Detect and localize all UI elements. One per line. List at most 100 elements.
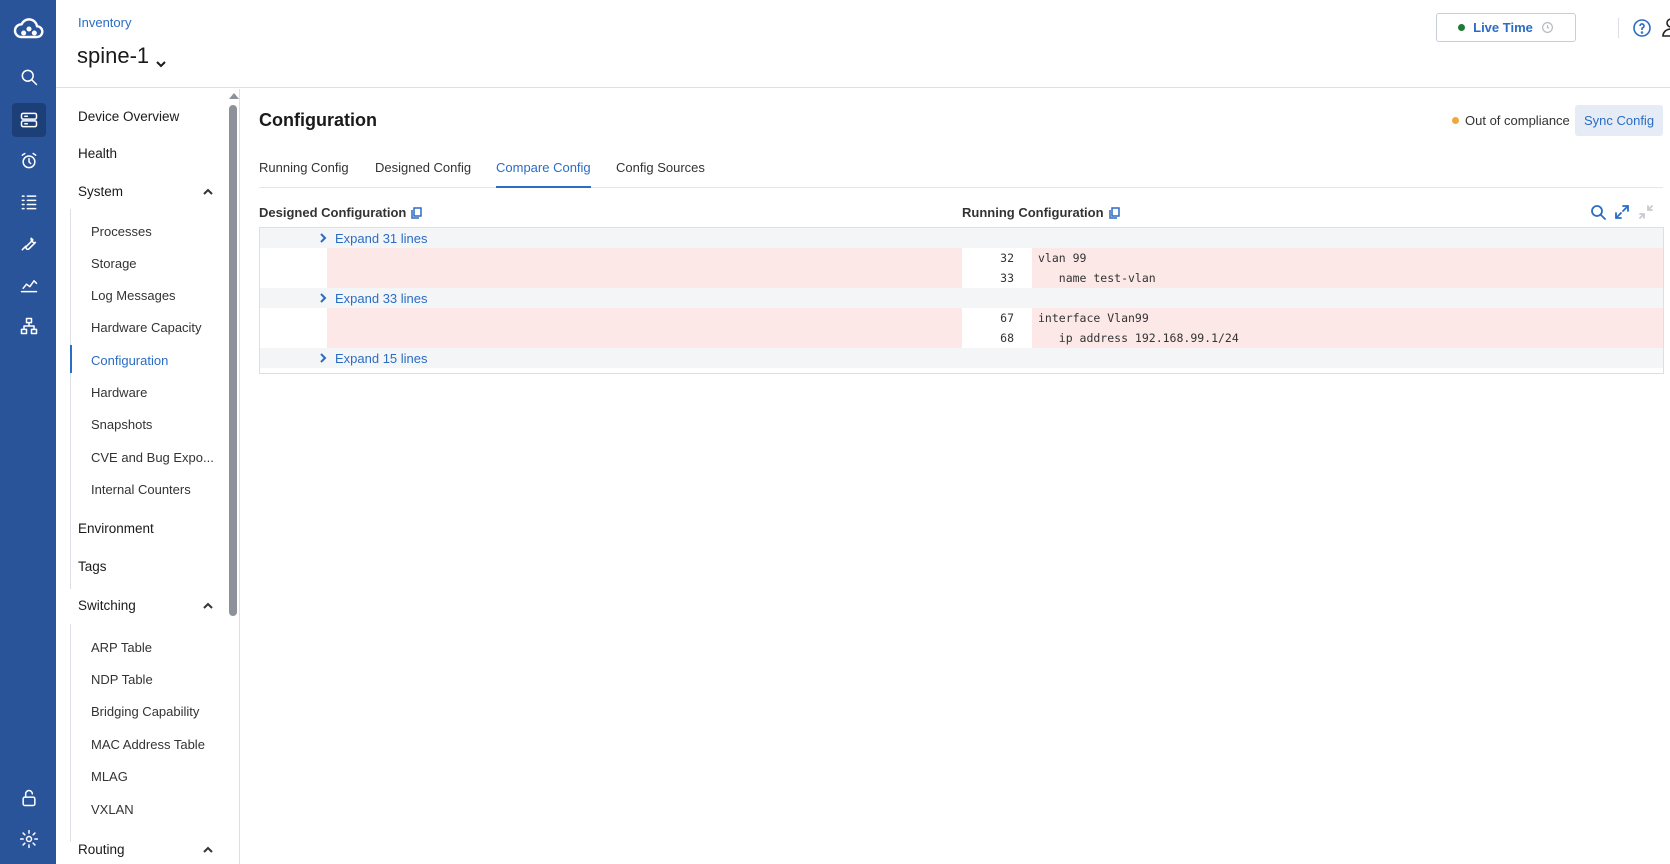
device-subnav: Device Overview Health System Processes … <box>56 89 240 864</box>
diff-toolbar <box>1590 204 1654 223</box>
nav-health[interactable]: Health <box>78 146 213 161</box>
tab-config-sources[interactable]: Config Sources <box>616 160 705 188</box>
expand-label: Expand 31 lines <box>335 230 428 246</box>
compliance-dot <box>1452 117 1459 124</box>
nav-arp-table[interactable]: ARP Table <box>91 640 152 655</box>
tab-compare-config[interactable]: Compare Config <box>496 160 591 188</box>
code-line: ip address 192.168.99.1/24 <box>1030 328 1663 348</box>
nav-internal-counters[interactable]: Internal Counters <box>91 482 191 497</box>
settings-icon[interactable] <box>12 822 46 856</box>
chevron-right-icon <box>320 293 327 303</box>
unlock-icon[interactable] <box>12 781 46 815</box>
nav-log-messages[interactable]: Log Messages <box>91 288 176 303</box>
diff-line: 33 name test-vlan <box>260 268 1663 288</box>
nav-active-marker <box>70 345 72 373</box>
wrench-icon[interactable] <box>12 226 46 260</box>
nav-mac-address-table[interactable]: MAC Address Table <box>91 737 205 752</box>
cloud-logo-icon[interactable] <box>12 12 46 46</box>
page-title: Configuration <box>259 110 377 130</box>
expand-link[interactable]: Expand 33 lines <box>318 291 428 306</box>
diff-left-empty <box>327 248 962 268</box>
chevron-up-icon <box>203 846 213 853</box>
copy-icon[interactable] <box>1108 206 1120 219</box>
nav-configuration[interactable]: Configuration <box>91 353 168 368</box>
nav-label: Switching <box>78 598 136 613</box>
nav-hardware-capacity[interactable]: Hardware Capacity <box>91 320 202 335</box>
tab-designed-config[interactable]: Designed Config <box>375 160 471 188</box>
compliance-label: Out of compliance <box>1465 113 1570 128</box>
nav-group-rule <box>70 624 71 842</box>
nav-label: Routing <box>78 842 125 857</box>
expand-all-icon[interactable] <box>1614 204 1630 223</box>
nav-routing[interactable]: Routing <box>78 842 213 857</box>
expand-row[interactable]: Expand 31 lines <box>260 228 1663 248</box>
chevron-up-icon <box>203 188 213 195</box>
collapse-all-icon[interactable] <box>1638 204 1654 223</box>
sync-config-button[interactable]: Sync Config <box>1575 105 1663 136</box>
help-icon[interactable] <box>1632 18 1652 38</box>
config-tabs: Running Config Designed Config Compare C… <box>259 150 1663 188</box>
code-line: name test-vlan <box>1030 268 1663 288</box>
tab-running-config[interactable]: Running Config <box>259 160 349 188</box>
analytics-icon[interactable] <box>12 268 46 302</box>
tasks-icon[interactable] <box>12 185 46 219</box>
device-name: spine-1 <box>77 43 150 68</box>
nav-mlag[interactable]: MLAG <box>91 769 128 784</box>
diff-left-empty <box>327 328 962 348</box>
line-number: 32 <box>962 248 1030 268</box>
device-selector[interactable]: spine-1 <box>77 43 167 69</box>
search-icon[interactable] <box>1590 204 1606 223</box>
diff-line: 32 vlan 99 <box>260 248 1663 268</box>
live-status-dot <box>1458 24 1466 31</box>
expand-row[interactable]: Expand 15 lines <box>260 348 1663 368</box>
code-line: vlan 99 <box>1030 248 1663 268</box>
page-header: Inventory spine-1 Live Time arista <box>56 0 1670 88</box>
nav-cve[interactable]: CVE and Bug Expo... <box>91 450 214 465</box>
line-number: 67 <box>962 308 1030 328</box>
nav-ndp-table[interactable]: NDP Table <box>91 672 153 687</box>
devices-icon[interactable] <box>12 103 46 137</box>
nav-label: System <box>78 184 124 199</box>
nav-vxlan[interactable]: VXLAN <box>91 802 134 817</box>
diff-line: 68 ip address 192.168.99.1/24 <box>260 328 1663 348</box>
search-icon[interactable] <box>12 60 46 94</box>
chevron-right-icon <box>320 233 327 243</box>
expand-link[interactable]: Expand 15 lines <box>318 351 428 366</box>
expand-link[interactable]: Expand 31 lines <box>318 231 428 246</box>
chevron-up-icon <box>203 602 213 609</box>
nav-label: Health <box>78 146 118 161</box>
copy-icon[interactable] <box>410 206 423 219</box>
user-menu[interactable]: arista <box>1661 17 1670 37</box>
compliance-status: Out of compliance <box>1452 113 1570 128</box>
nav-device-overview[interactable]: Device Overview <box>78 109 213 124</box>
nav-storage[interactable]: Storage <box>91 256 137 271</box>
nav-environment[interactable]: Environment <box>78 521 213 536</box>
expand-row[interactable]: Expand 33 lines <box>260 288 1663 308</box>
expand-label: Expand 33 lines <box>335 290 428 306</box>
nav-system[interactable]: System <box>78 184 213 199</box>
live-time-button[interactable]: Live Time <box>1436 13 1576 42</box>
running-config-header: Running Configuration <box>962 205 1120 220</box>
nav-group-rule <box>70 209 71 589</box>
config-diff-view: Expand 31 lines 32 vlan 99 33 name test-… <box>259 227 1664 374</box>
breadcrumb-inventory[interactable]: Inventory <box>78 15 131 30</box>
expand-label: Expand 15 lines <box>335 350 428 366</box>
nav-processes[interactable]: Processes <box>91 224 152 239</box>
nav-snapshots[interactable]: Snapshots <box>91 417 152 432</box>
nav-tags[interactable]: Tags <box>78 559 213 574</box>
scroll-up-arrow[interactable] <box>229 93 239 99</box>
clock-icon <box>1541 22 1553 33</box>
nav-hardware[interactable]: Hardware <box>91 385 147 400</box>
nav-bridging-capability[interactable]: Bridging Capability <box>91 704 199 719</box>
live-time-label: Live Time <box>1473 20 1533 35</box>
designed-config-title: Designed Configuration <box>259 205 407 220</box>
alarm-icon[interactable] <box>12 144 46 178</box>
topology-icon[interactable] <box>12 309 46 343</box>
diff-line: 67 interface Vlan99 <box>260 308 1663 328</box>
nav-label: Environment <box>78 521 154 536</box>
running-config-title: Running Configuration <box>962 205 1104 220</box>
scrollbar-thumb[interactable] <box>229 105 237 616</box>
diff-left-empty <box>327 308 962 328</box>
nav-switching[interactable]: Switching <box>78 598 213 613</box>
chevron-right-icon <box>320 353 327 363</box>
